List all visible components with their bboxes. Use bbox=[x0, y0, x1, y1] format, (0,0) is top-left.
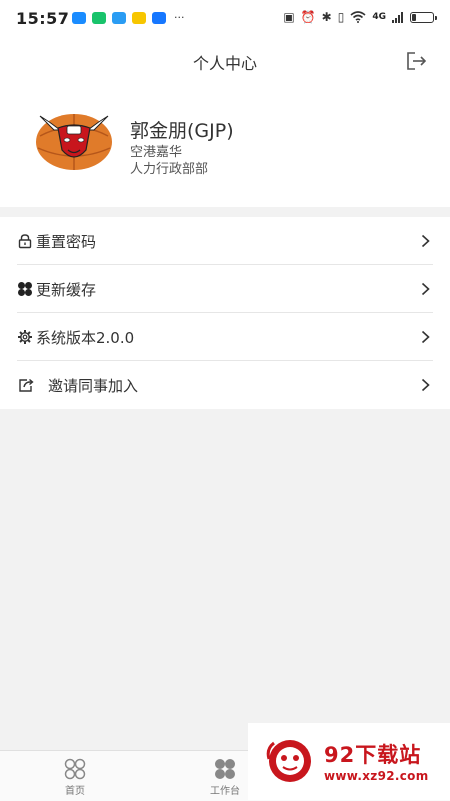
download-icon bbox=[152, 12, 166, 24]
chevron-right-icon bbox=[421, 282, 430, 296]
menu-label-invite-colleague: 邀请同事加入 bbox=[48, 377, 139, 395]
watermark-title: 92下载站 bbox=[324, 743, 422, 767]
status-time: 15:57 bbox=[16, 9, 70, 28]
settings-menu: 重置密码 更新缓存 系统版本2.0.0 邀请同事加入 bbox=[0, 217, 450, 409]
share-icon bbox=[19, 378, 34, 392]
user-name: 郭金朋(GJP) bbox=[130, 120, 234, 142]
clover-icon bbox=[18, 282, 32, 296]
network-type: 4G bbox=[372, 12, 386, 22]
menu-label-clear-cache: 更新缓存 bbox=[36, 281, 97, 299]
chevron-right-icon bbox=[421, 378, 430, 392]
notification-icons: ··· bbox=[72, 12, 185, 24]
battery-level bbox=[412, 13, 416, 21]
logout-icon bbox=[407, 52, 427, 70]
reading-app-icon bbox=[132, 12, 146, 24]
workbench-icon bbox=[215, 759, 235, 779]
battery-icon bbox=[410, 11, 437, 23]
gear-icon bbox=[18, 330, 32, 344]
nfc-icon: ▣ bbox=[283, 10, 295, 24]
wifi-icon bbox=[350, 11, 366, 23]
chevron-right-icon bbox=[421, 234, 430, 248]
profile-card: 郭金朋(GJP) 空港嘉华 人力行政部部 bbox=[0, 86, 450, 207]
notification-app-icon bbox=[72, 12, 86, 24]
menu-item-system-version[interactable]: 系统版本2.0.0 bbox=[0, 313, 450, 361]
signal-icon bbox=[392, 11, 403, 23]
watermark-logo bbox=[266, 740, 311, 782]
chevron-right-icon bbox=[421, 330, 430, 344]
page-title: 个人中心 bbox=[192, 54, 257, 73]
menu-item-clear-cache[interactable]: 更新缓存 bbox=[0, 265, 450, 313]
system-status: ▣ ⏰ ✱ ▯ 4G bbox=[283, 10, 437, 24]
wechat-icon bbox=[92, 12, 106, 24]
watermark: 92下载站 www.xz92.com bbox=[248, 723, 450, 800]
menu-label-system-version: 系统版本2.0.0 bbox=[36, 329, 135, 347]
nav-label-home: 首页 bbox=[65, 786, 85, 797]
menu-label-reset-password: 重置密码 bbox=[36, 233, 97, 251]
user-department: 人力行政部部 bbox=[130, 162, 209, 177]
header: 个人中心 bbox=[0, 36, 450, 86]
alarm-icon: ⏰ bbox=[300, 10, 316, 24]
nav-item-home[interactable]: 首页 bbox=[35, 757, 115, 797]
lock-icon bbox=[18, 234, 32, 249]
watermark-url: www.xz92.com bbox=[324, 769, 429, 783]
avatar[interactable] bbox=[34, 108, 114, 172]
status-bar: 15:57 ··· ▣ ⏰ ✱ ▯ 4G bbox=[0, 0, 450, 36]
bluetooth-icon: ✱ bbox=[321, 10, 332, 24]
menu-item-reset-password[interactable]: 重置密码 bbox=[0, 217, 450, 265]
more-notifications-icon: ··· bbox=[174, 11, 185, 24]
logout-button[interactable] bbox=[404, 50, 428, 72]
menu-item-invite-colleague[interactable]: 邀请同事加入 bbox=[0, 361, 450, 409]
message-icon bbox=[112, 12, 126, 24]
vibrate-icon: ▯ bbox=[337, 10, 345, 24]
home-icon bbox=[64, 758, 86, 780]
